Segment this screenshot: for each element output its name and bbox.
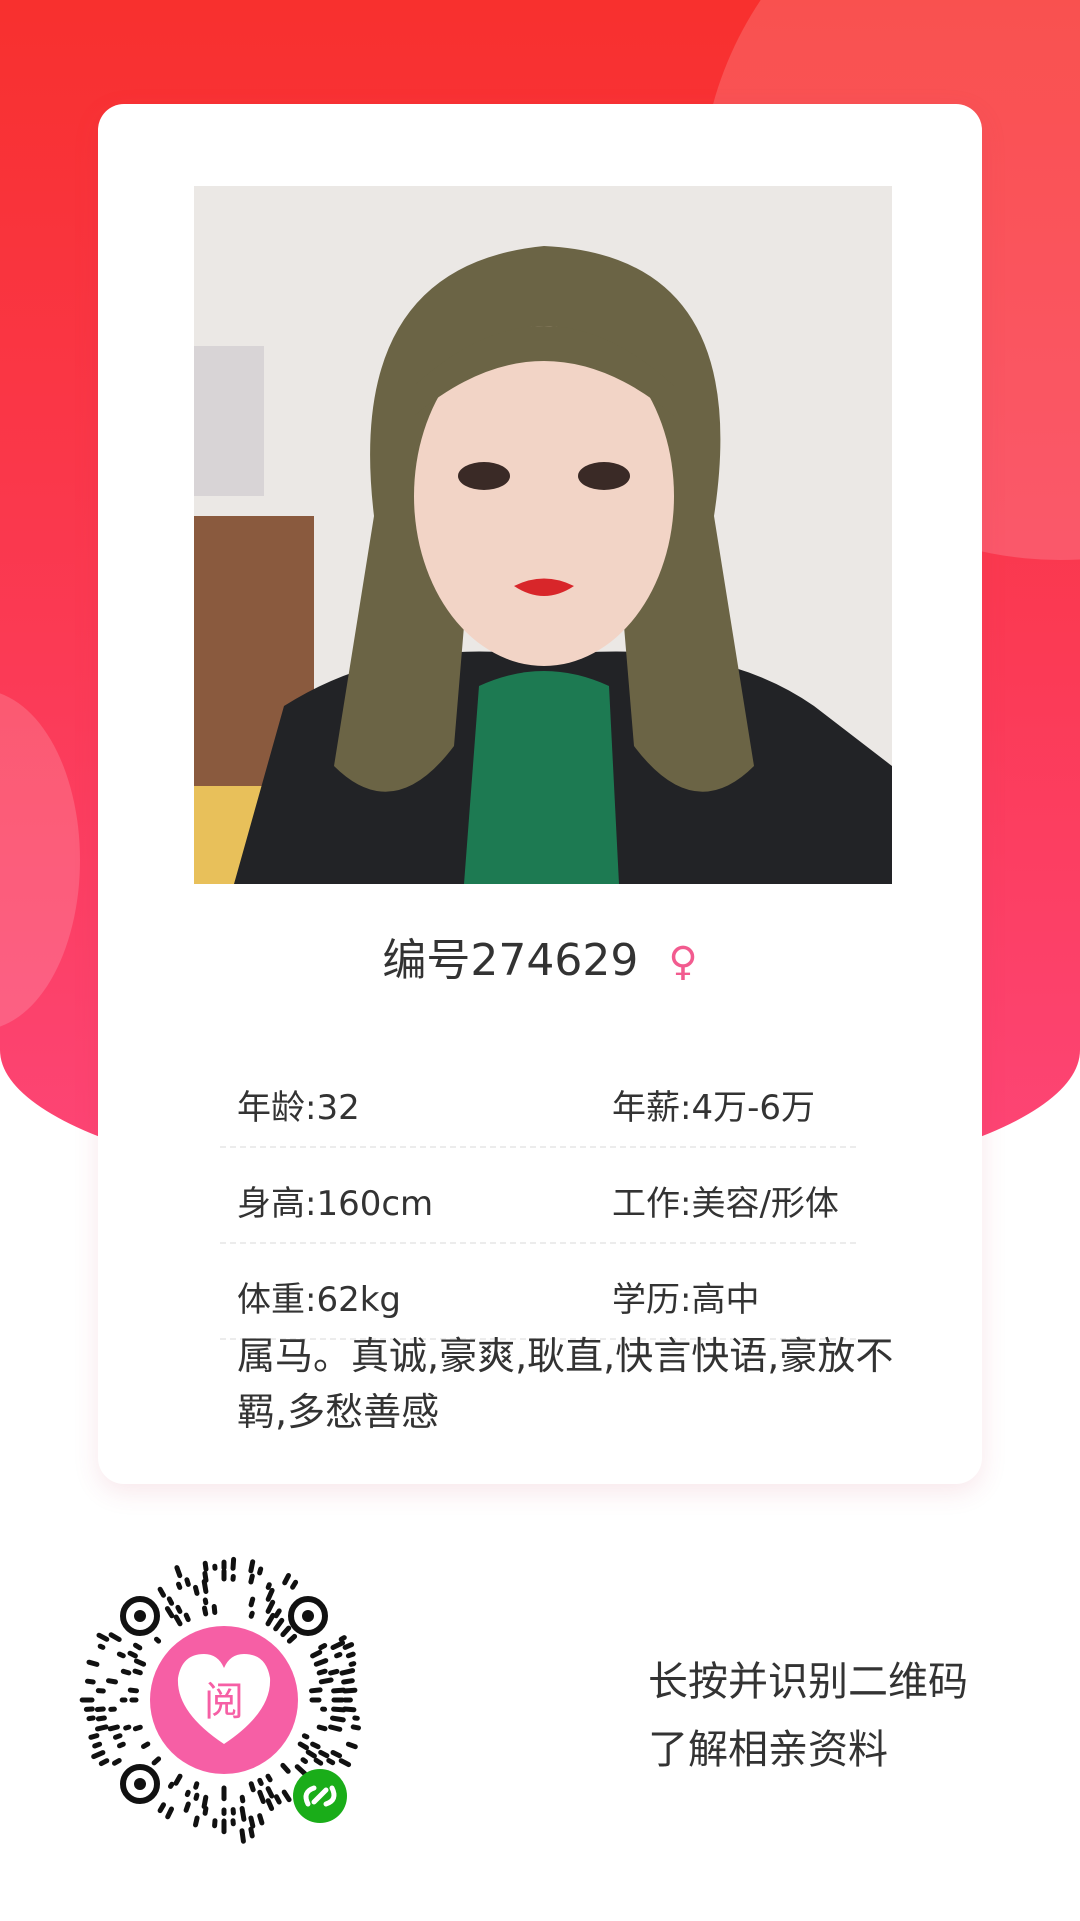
info-row: 体重:62kg 学历:高中 — [220, 1242, 856, 1340]
qr-code-icon: 阅 — [79, 1556, 361, 1844]
info-row: 身高:160cm 工作:美容/形体 — [220, 1146, 856, 1244]
mini-program-qr-code[interactable]: 阅 — [76, 1552, 372, 1848]
profile-id-line: 编号274629 ♀ — [98, 924, 982, 988]
salary-value: 年薪:4万-6万 — [612, 1088, 815, 1128]
profile-description: 属马。真诚,豪爽,耿直,快言快语,豪放不羁,多愁善感 — [237, 1334, 894, 1434]
decorative-circle — [0, 690, 80, 1030]
qr-hint-line1: 长按并识别二维码 — [648, 1659, 968, 1705]
qr-hint: 长按并识别二维码 了解相亲资料 — [648, 1648, 968, 1784]
job-value: 工作:美容/形体 — [612, 1184, 839, 1224]
education-value: 学历:高中 — [612, 1280, 760, 1320]
portrait-image — [194, 186, 892, 884]
qr-hint-line2: 了解相亲资料 — [648, 1727, 888, 1773]
info-row: 年龄:32 年薪:4万-6万 — [220, 1050, 856, 1148]
profile-id: 编号274629 — [382, 935, 639, 986]
qr-logo-text: 阅 — [204, 1679, 244, 1725]
height-value: 身高:160cm — [237, 1184, 434, 1224]
age-value: 年龄:32 — [237, 1088, 360, 1128]
female-icon: ♀ — [668, 939, 698, 985]
profile-photo[interactable] — [194, 186, 892, 884]
weight-value: 体重:62kg — [237, 1280, 401, 1320]
profile-card: 编号274629 ♀ 年龄:32 年薪:4万-6万 身高:160cm 工作:美容/… — [98, 104, 982, 1484]
